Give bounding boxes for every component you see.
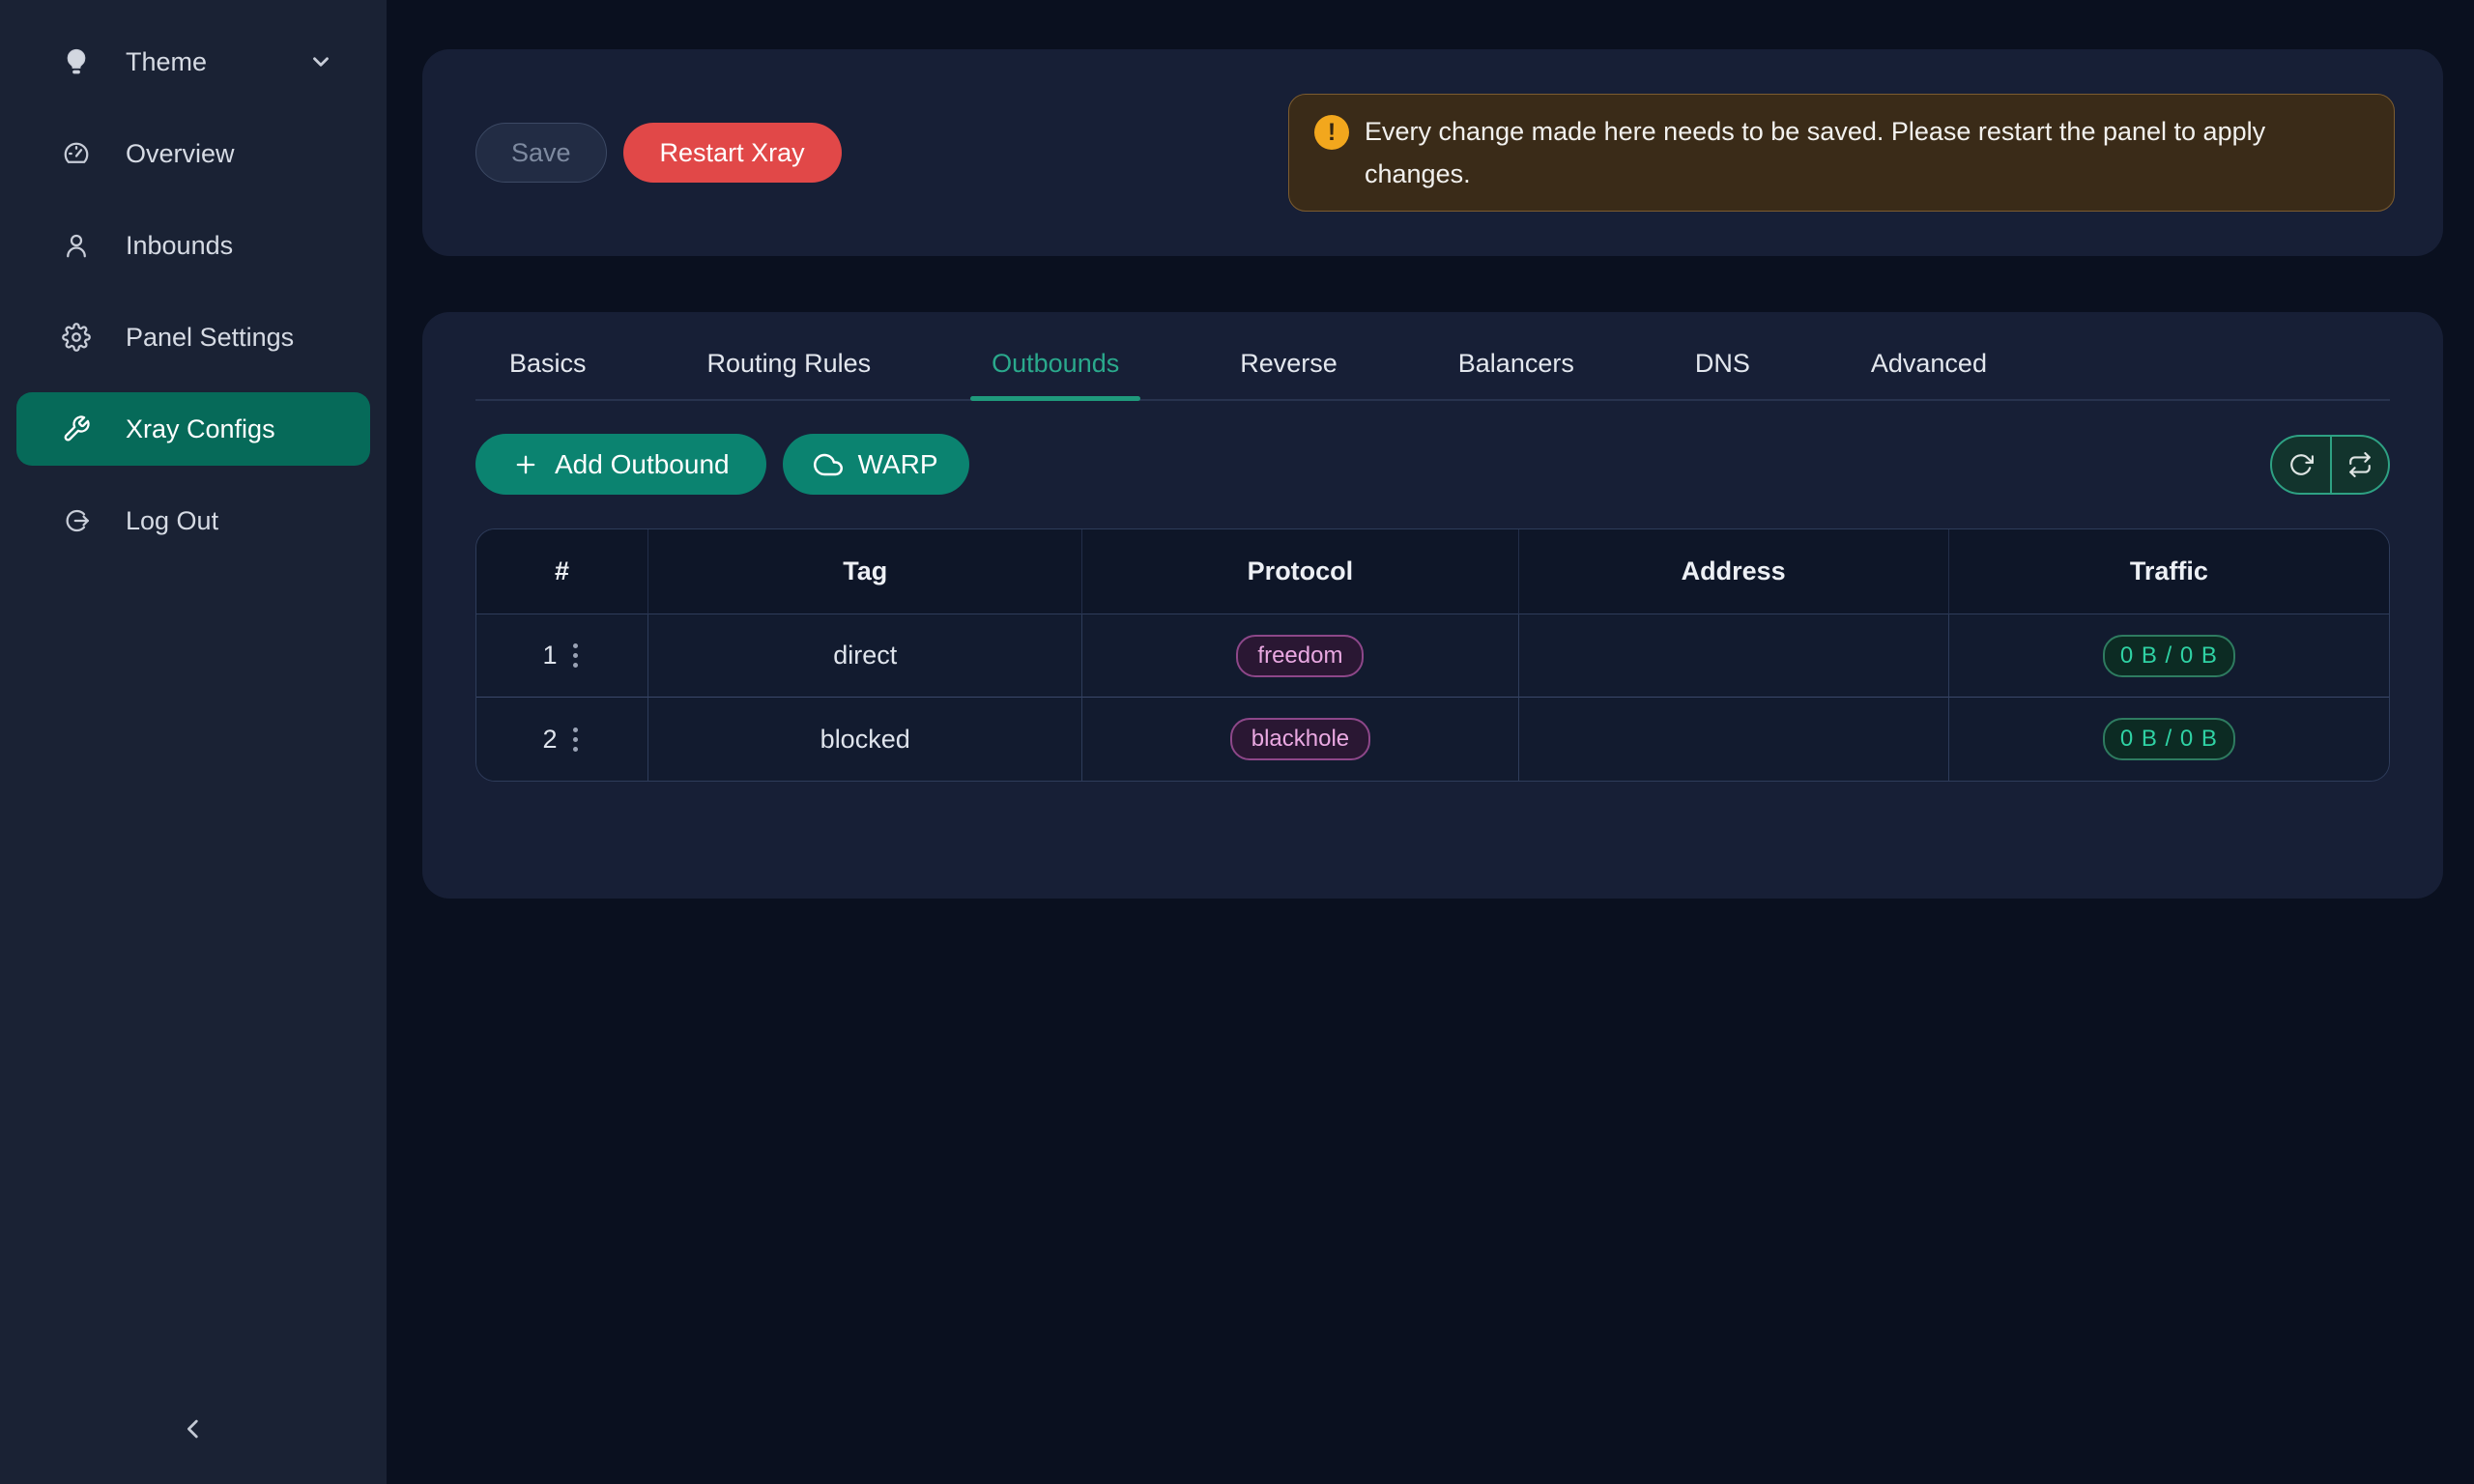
alert-message: Every change made here needs to be saved…	[1365, 110, 2369, 195]
protocol-badge: blackhole	[1230, 718, 1370, 760]
chevron-down-icon	[308, 49, 333, 74]
warp-label: WARP	[858, 449, 938, 480]
xray-config-card: Basics Routing Rules Outbounds Reverse B…	[422, 312, 2443, 899]
sidebar-item-label: Xray Configs	[126, 414, 275, 444]
theme-selector[interactable]: Theme	[16, 25, 370, 99]
table-row: 1 direct freedom 0 B / 0 B	[476, 614, 2389, 698]
row-number: 1	[543, 641, 558, 671]
tab-routing-rules[interactable]: Routing Rules	[707, 349, 872, 399]
tab-advanced[interactable]: Advanced	[1871, 349, 1987, 399]
save-button[interactable]: Save	[475, 123, 607, 183]
chevron-left-icon	[178, 1413, 209, 1447]
warp-button[interactable]: WARP	[783, 434, 969, 495]
col-header-address: Address	[1519, 529, 1949, 614]
gear-icon	[60, 321, 93, 354]
restart-warning-alert: ! Every change made here needs to be sav…	[1288, 94, 2395, 212]
address-cell	[1519, 698, 1949, 781]
col-header-index: #	[476, 529, 648, 614]
main-content: Save Restart Xray ! Every change made he…	[387, 0, 2474, 1484]
repeat-icon	[2347, 452, 2373, 477]
user-icon	[60, 229, 93, 262]
sidebar-item-label: Panel Settings	[126, 323, 294, 353]
row-number: 2	[543, 725, 558, 755]
sidebar: Theme Overview Inbounds	[0, 0, 387, 1484]
sidebar-collapse-button[interactable]	[164, 1401, 222, 1459]
config-tabs: Basics Routing Rules Outbounds Reverse B…	[475, 312, 2390, 401]
warning-icon: !	[1314, 115, 1349, 150]
tag-cell: blocked	[648, 698, 1082, 781]
logout-icon	[60, 504, 93, 537]
wrench-icon	[60, 413, 93, 445]
tab-reverse[interactable]: Reverse	[1240, 349, 1338, 399]
tab-balancers[interactable]: Balancers	[1458, 349, 1574, 399]
sidebar-item-label: Overview	[126, 139, 235, 169]
refresh-button[interactable]	[2272, 437, 2330, 493]
sidebar-item-overview[interactable]: Overview	[16, 117, 370, 190]
toolbar-card: Save Restart Xray ! Every change made he…	[422, 49, 2443, 256]
tab-outbounds[interactable]: Outbounds	[992, 349, 1119, 399]
theme-label: Theme	[126, 47, 207, 77]
traffic-badge: 0 B / 0 B	[2103, 635, 2235, 677]
restart-xray-button[interactable]: Restart Xray	[623, 123, 842, 183]
col-header-protocol: Protocol	[1082, 529, 1518, 614]
sidebar-item-label: Log Out	[126, 506, 218, 536]
gauge-icon	[60, 137, 93, 170]
cloud-icon	[814, 450, 843, 479]
sidebar-item-log-out[interactable]: Log Out	[16, 484, 370, 557]
outbounds-actions-row: Add Outbound WARP	[475, 434, 2390, 495]
table-row: 2 blocked blackhole 0 B / 0 B	[476, 698, 2389, 781]
sidebar-item-xray-configs[interactable]: Xray Configs	[16, 392, 370, 466]
sidebar-item-panel-settings[interactable]: Panel Settings	[16, 300, 370, 374]
tab-dns[interactable]: DNS	[1695, 349, 1750, 399]
sidebar-item-label: Inbounds	[126, 231, 233, 261]
refresh-button-group	[2270, 435, 2390, 495]
traffic-badge: 0 B / 0 B	[2103, 718, 2235, 760]
plus-icon	[512, 451, 539, 478]
lightbulb-icon	[60, 45, 93, 78]
address-cell	[1519, 614, 1949, 698]
add-outbound-button[interactable]: Add Outbound	[475, 434, 766, 495]
col-header-traffic: Traffic	[1949, 529, 2389, 614]
tab-basics[interactable]: Basics	[509, 349, 587, 399]
protocol-badge: freedom	[1236, 635, 1364, 677]
vertical-dots-icon[interactable]	[569, 640, 582, 671]
refresh-icon	[2288, 452, 2314, 477]
auto-refresh-button[interactable]	[2330, 437, 2388, 493]
sidebar-item-inbounds[interactable]: Inbounds	[16, 209, 370, 282]
outbounds-table: # Tag Protocol Address Traffic 1	[475, 528, 2390, 782]
tag-cell: direct	[648, 614, 1082, 698]
col-header-tag: Tag	[648, 529, 1082, 614]
table-header-row: # Tag Protocol Address Traffic	[476, 529, 2389, 614]
add-outbound-label: Add Outbound	[555, 449, 730, 480]
vertical-dots-icon[interactable]	[569, 724, 582, 756]
